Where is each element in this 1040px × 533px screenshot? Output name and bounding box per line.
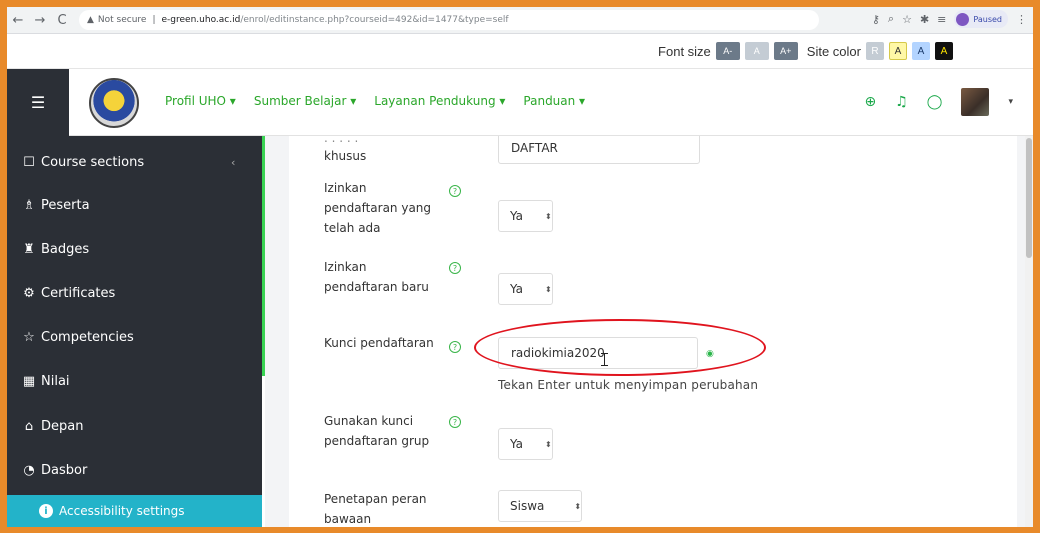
browser-menu-icon[interactable]: ⋮ [1016,13,1027,26]
profile-avatar-icon [956,12,970,26]
globe-icon[interactable]: ⊕ [865,94,877,110]
gauge-icon: ◔ [23,463,35,478]
menu-panduan[interactable]: Panduan ▾ [523,94,585,108]
main-menu: Profil UHO ▾ Sumber Belajar ▾ Layanan Pe… [165,94,585,108]
certificate-icon: ⚙ [23,286,35,301]
zoom-icon[interactable]: ⌕ [888,12,894,26]
default-role-label: Penetapan peran bawaan [324,492,427,526]
group-key-label: Gunakan kunci pendaftaran grup [324,414,430,448]
back-button[interactable]: ← [7,13,29,28]
help-icon[interactable]: ? [449,416,461,428]
reload-button[interactable]: C [51,13,73,28]
allow-new-select[interactable]: Ya ⬍ [498,273,553,305]
extensions-icon[interactable]: ✱ [920,13,929,26]
site-color-label: Site color [806,43,861,59]
help-icon[interactable]: ? [449,262,461,274]
font-reset-button[interactable]: A [744,42,769,60]
main-content: . . . . . khusus DAFTAR Izinkan pendafta… [265,136,1033,527]
chat-icon[interactable]: ◯ [927,94,943,110]
bell-icon[interactable]: ♫ [895,94,908,110]
sidebar-item-competencies[interactable]: ☆ Competencies [21,330,134,345]
allow-existing-select[interactable]: Ya ⬍ [498,200,553,232]
enrol-key-label: Kunci pendaftaran [324,336,434,350]
hamburger-menu-icon[interactable]: ☰ [7,69,69,136]
course-sidebar: ☐ Course sections ‹ ♗ Peserta ♜ Badges ⚙… [7,136,266,527]
page-scrollbar[interactable] [1025,136,1033,527]
color-blue-button[interactable]: A [912,42,930,60]
university-logo[interactable] [89,78,139,128]
home-icon: ⌂ [24,419,34,434]
text-cursor-icon [601,353,608,366]
avatar[interactable] [961,88,990,116]
table-icon: ▦ [22,374,36,389]
scrollbar-thumb[interactable] [1026,138,1032,258]
bookmark-star-icon[interactable]: ☆ [902,13,912,26]
url-path: /enrol/editinstance.php?courseid=492&id=… [240,15,509,25]
square-icon: ☐ [23,155,35,170]
sidebar-item-dasbor[interactable]: ◔ Dasbor [21,463,87,478]
sidebar-item-course-sections[interactable]: ☐ Course sections [21,155,144,170]
sidebar-item-depan[interactable]: ⌂ Depan [21,419,84,434]
instance-name-label: khusus [324,149,367,163]
select-arrows-icon: ⬍ [545,211,552,221]
enrol-settings-form: . . . . . khusus DAFTAR Izinkan pendafta… [289,136,1017,527]
accessibility-toolbar: Font size A- A A+ Site color R A A A [7,34,1033,69]
sidebar-item-certificates[interactable]: ⚙ Certificates [21,286,115,301]
sidebar-item-nilai[interactable]: ▦ Nilai [21,374,70,389]
menu-layanan-pendukung[interactable]: Layanan Pendukung ▾ [374,94,505,108]
menu-sumber-belajar[interactable]: Sumber Belajar ▾ [254,94,356,108]
chevron-down-icon[interactable]: ▾ [1008,97,1013,107]
default-role-select[interactable]: Siswa ⬍ [498,490,583,522]
navbar-icons: ⊕ ♫ ◯ ▾ [865,88,1013,116]
font-size-label: Font size [658,43,711,59]
menu-profil-uho[interactable]: Profil UHO ▾ [165,94,236,108]
allow-existing-label: Izinkan pendaftaran yang telah ada [324,181,432,235]
forward-button[interactable]: → [29,13,51,28]
badges-icon: ♜ [23,242,35,257]
help-icon[interactable]: ? [449,341,461,353]
sidebar-item-peserta[interactable]: ♗ Peserta [21,198,89,213]
warning-icon: ▲ [87,15,94,25]
site-navbar: ☰ Profil UHO ▾ Sumber Belajar ▾ Layanan … [7,69,1033,136]
select-arrows-icon: ⬍ [545,439,552,449]
accessibility-icon: i [39,504,53,518]
enrol-key-input[interactable]: radiokimia2020 [498,337,698,369]
security-status: Not secure [97,15,147,25]
reading-list-icon[interactable]: ≡ [937,13,946,26]
address-bar[interactable]: ▲ Not secure | e-green.uho.ac.id /enrol/… [79,10,819,30]
help-icon[interactable]: ? [449,185,461,197]
color-black-button[interactable]: A [935,42,953,60]
enrol-key-hint: Tekan Enter untuk menyimpan perubahan [498,378,759,392]
browser-window: ← → C ▲ Not secure | e-green.uho.ac.id /… [7,7,1033,527]
eye-icon[interactable]: ◉ [706,349,714,359]
select-arrows-icon: ⬍ [545,284,552,294]
font-decrease-button[interactable]: A- [715,42,740,60]
users-icon: ♗ [23,198,35,213]
font-increase-button[interactable]: A+ [773,42,798,60]
group-key-select[interactable]: Ya ⬍ [498,428,553,460]
color-yellow-button[interactable]: A [889,42,907,60]
instance-name-field[interactable]: DAFTAR [498,136,700,164]
allow-new-label: Izinkan pendaftaran baru [324,260,429,294]
profile-paused-button[interactable]: Paused [954,10,1008,28]
collapse-chevron-icon[interactable]: ‹ [231,156,235,169]
select-arrows-icon: ⬍ [574,501,582,511]
url-host: e-green.uho.ac.id [161,15,241,25]
color-reset-button[interactable]: R [866,42,884,60]
accessibility-settings-button[interactable]: i Accessibility settings [7,495,262,527]
sidebar-item-badges[interactable]: ♜ Badges [21,242,89,257]
star-icon: ☆ [23,330,35,345]
browser-actions: ⚷ ⌕ ☆ ✱ ≡ Paused ⋮ [872,10,1027,28]
key-icon[interactable]: ⚷ [872,13,880,26]
browser-toolbar: ← → C ▲ Not secure | e-green.uho.ac.id /… [7,7,1033,34]
